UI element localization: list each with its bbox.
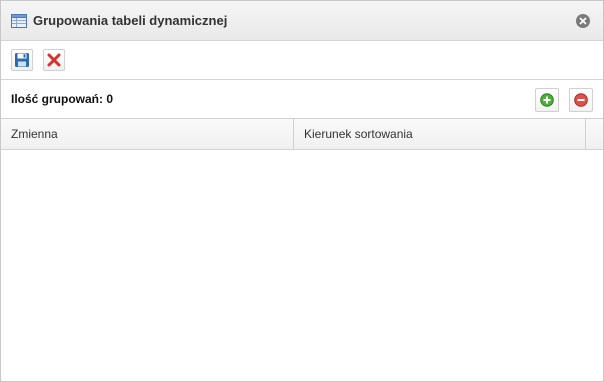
dialog-window: Grupowania tabeli dynamicznej Ilość grup… (0, 0, 604, 382)
green-plus-circle-icon (540, 93, 554, 107)
grid-body (1, 150, 603, 380)
add-grouping-button[interactable] (535, 88, 559, 112)
row-actions (535, 88, 593, 112)
delete-button[interactable] (43, 49, 65, 71)
column-header-variable[interactable]: Zmienna (1, 119, 294, 149)
toolbar (1, 41, 603, 80)
groupings-count-label: Ilość grupowań: 0 (11, 92, 114, 106)
floppy-disk-icon (15, 53, 29, 67)
groupings-count-row: Ilość grupowań: 0 (1, 80, 603, 119)
red-x-icon (47, 53, 61, 67)
column-header-filler (586, 119, 603, 149)
dialog-title: Grupowania tabeli dynamicznej (33, 13, 228, 28)
remove-grouping-button[interactable] (569, 88, 593, 112)
close-button[interactable] (576, 14, 590, 28)
close-icon (579, 17, 587, 25)
grid-header: Zmienna Kierunek sortowania (1, 119, 603, 150)
column-header-sort-direction[interactable]: Kierunek sortowania (294, 119, 586, 149)
dialog-titlebar: Grupowania tabeli dynamicznej (1, 1, 603, 41)
red-minus-circle-icon (574, 93, 588, 107)
save-button[interactable] (11, 49, 33, 71)
table-icon (11, 13, 27, 28)
